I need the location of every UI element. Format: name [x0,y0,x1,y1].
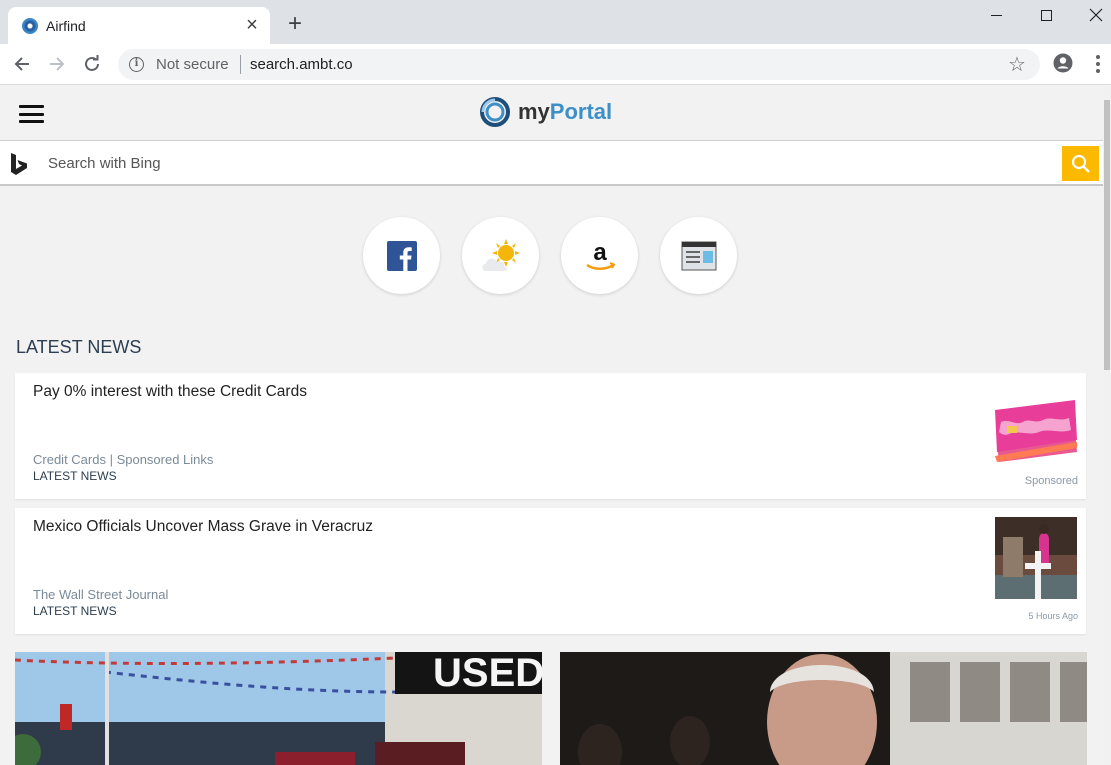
news-thumbnail[interactable] [995,400,1077,464]
news-category: LATEST NEWS [33,604,117,618]
news-thumbnail[interactable] [995,517,1077,599]
myportal-logo[interactable]: my Portal [480,97,612,127]
search-bar [0,141,1103,186]
search-input[interactable] [48,151,1048,175]
maximize-window-button[interactable] [1023,0,1069,30]
address-bar[interactable]: i Not secure search.ambt.co ☆ [118,49,1040,80]
news-meta: Sponsored [1024,475,1078,487]
new-tab-icon[interactable]: + [284,12,306,36]
hamburger-menu-icon[interactable] [19,105,44,123]
forward-button[interactable] [44,51,70,77]
minimize-window-button[interactable] [973,0,1019,30]
grave-cross-image [995,517,1077,599]
news-source: Credit Cards | Sponsored Links [33,452,214,467]
close-window-button[interactable] [1073,0,1111,30]
quick-link-amazon[interactable]: a [561,217,638,294]
news-headline[interactable]: Mexico Officials Uncover Mass Grave in V… [33,518,373,536]
browser-toolbar: i Not secure search.ambt.co ☆ [0,44,1111,85]
profile-avatar-icon[interactable] [1053,53,1073,73]
scrollbar-thumb[interactable] [1104,100,1110,370]
tab-title: Airfind [46,18,86,34]
logo-text-portal: Portal [549,99,613,124]
browser-tabstrip: Airfind × + [0,0,1111,44]
news-card[interactable]: Pay 0% interest with these Credit Cards … [15,373,1086,499]
browser-tab[interactable]: Airfind × [8,7,270,44]
amazon-icon: a [585,239,615,270]
arrow-left-icon [14,57,29,71]
minimize-icon [990,14,1002,16]
site-header: my Portal [0,86,1103,141]
info-icon[interactable]: i [129,57,144,72]
page-scrollbar[interactable] [1103,86,1111,765]
quick-links: a [363,217,737,294]
facebook-icon [386,240,417,271]
url-text[interactable]: search.ambt.co [250,56,353,73]
close-tab-icon[interactable]: × [242,15,262,35]
feature-image-politician[interactable] [560,652,1087,765]
credit-card-image [995,400,1077,464]
arrow-right-icon [50,57,65,71]
close-icon [1089,8,1103,22]
news-icon [681,241,716,270]
security-status: Not secure [156,56,229,73]
bing-logo-icon [11,153,27,175]
more-menu-icon[interactable] [1090,53,1106,75]
back-button[interactable] [9,51,35,77]
url-divider [240,55,241,74]
maximize-icon [1040,9,1052,21]
news-category: LATEST NEWS [33,469,117,483]
used-car-lot-image: USED [15,652,542,765]
search-icon [1071,154,1090,173]
feature-image-car-lot[interactable]: USED [15,652,542,765]
weather-icon [481,238,520,271]
airfind-favicon-icon [22,18,38,34]
quick-link-news[interactable] [660,217,737,294]
news-card[interactable]: Mexico Officials Uncover Mass Grave in V… [15,508,1086,634]
bookmark-star-icon[interactable]: ☆ [1008,52,1026,77]
reload-icon [85,55,99,71]
section-title: LATEST NEWS [16,337,142,357]
logo-text-my: my [518,99,550,124]
news-meta: 5 Hours Ago [1028,611,1078,621]
news-source: The Wall Street Journal [33,587,169,602]
search-button[interactable] [1062,146,1099,181]
svg-text:a: a [593,239,607,266]
quick-link-facebook[interactable] [363,217,440,294]
quick-link-weather[interactable] [462,217,539,294]
used-sign-text: USED [433,652,542,695]
logo-swirl-icon [480,97,510,127]
news-headline[interactable]: Pay 0% interest with these Credit Cards [33,383,307,401]
politician-photo-image [560,652,1087,765]
reload-button[interactable] [79,51,105,77]
page-content: my Portal Search with Bing a LATEST NEWS… [0,86,1103,765]
